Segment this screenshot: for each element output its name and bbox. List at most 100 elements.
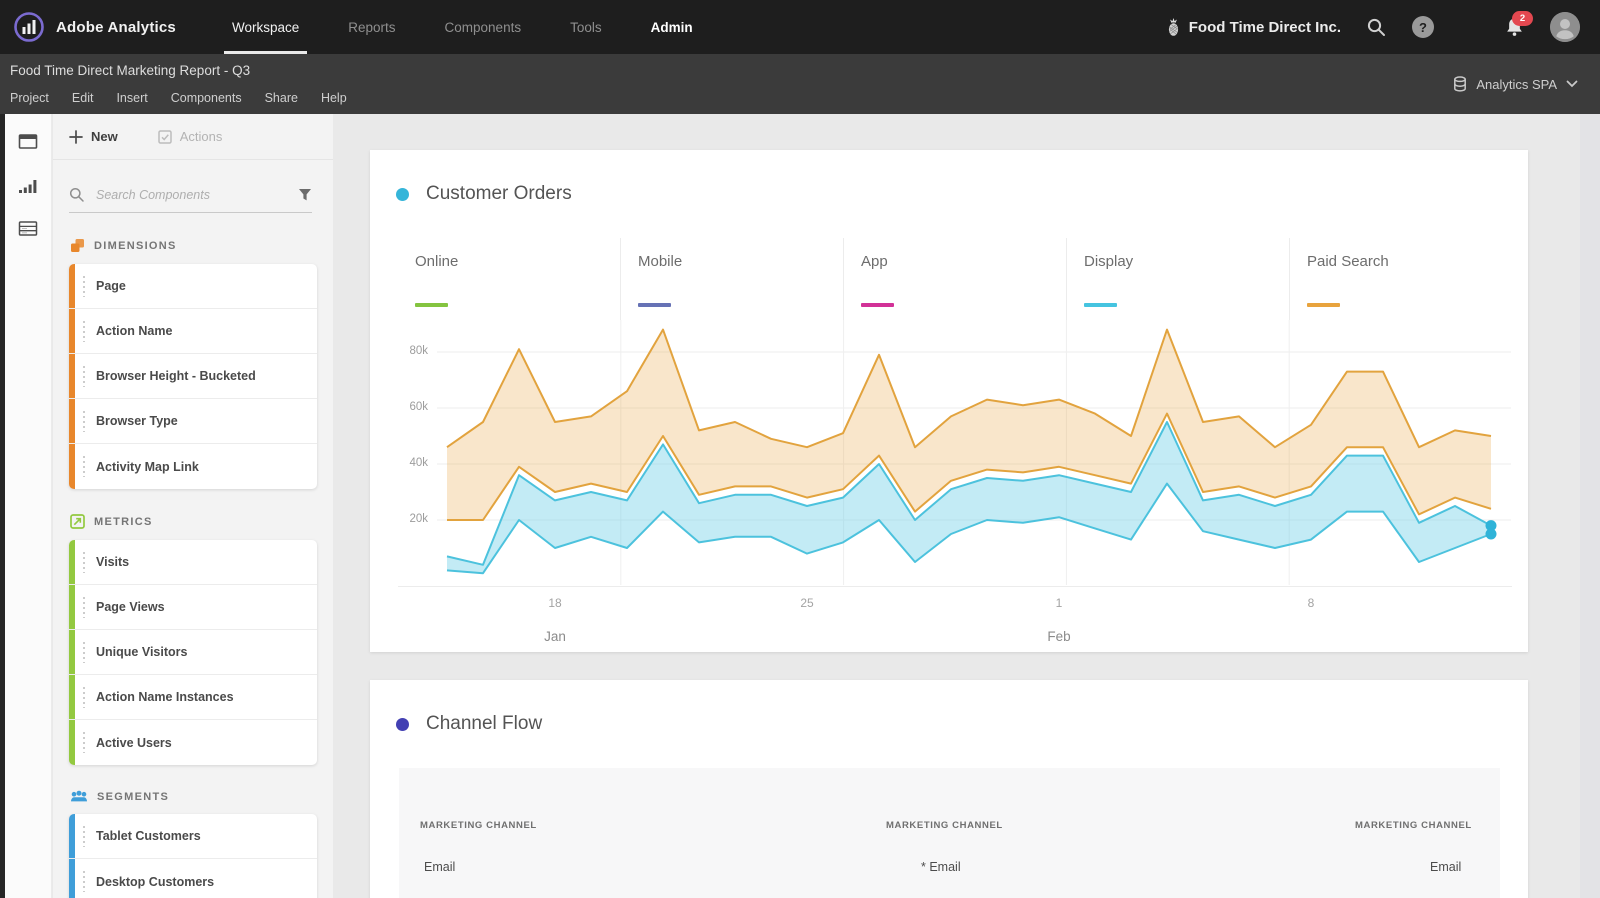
- search-components-input[interactable]: [94, 187, 289, 203]
- search-icon[interactable]: [1366, 17, 1387, 38]
- project-menu: Project Edit Insert Components Share Help: [10, 91, 347, 105]
- top-nav: Adobe Analytics Workspace Reports Componen…: [0, 0, 1600, 54]
- segments-list: Tablet Customers Desktop Customers: [69, 814, 317, 898]
- nav-item-reports[interactable]: Reports: [348, 0, 395, 54]
- metric-item-action-name-instances[interactable]: Action Name Instances: [69, 675, 317, 720]
- x-axis-month: Feb: [1047, 629, 1071, 644]
- item-label: Action Name Instances: [96, 690, 234, 704]
- adobe-analytics-screen: Adobe Analytics Workspace Reports Componen…: [0, 0, 1600, 898]
- dimension-item-action-name[interactable]: Action Name: [69, 309, 317, 354]
- item-label: Activity Map Link: [96, 459, 199, 474]
- panel-title: Customer Orders: [426, 183, 572, 204]
- project-bar: Food Time Direct Marketing Report - Q3 P…: [0, 54, 1600, 114]
- legend-cell-display[interactable]: Display: [1066, 238, 1289, 320]
- chart-legend: Online Mobile App Display Paid Search: [398, 238, 1512, 320]
- metric-item-visits[interactable]: Visits: [69, 540, 317, 585]
- report-suite-selector[interactable]: Analytics SPA: [1453, 76, 1578, 92]
- dimension-item-browser-type[interactable]: Browser Type: [69, 399, 317, 444]
- nav-item-tools[interactable]: Tools: [570, 0, 602, 54]
- item-label: Unique Visitors: [96, 645, 188, 659]
- flow-column-header: MARKETING CHANNEL: [1355, 820, 1472, 831]
- drag-handle-icon: [83, 871, 85, 892]
- plot-bottom-line: [398, 586, 1512, 587]
- menu-item-help[interactable]: Help: [321, 91, 347, 105]
- metric-item-unique-visitors[interactable]: Unique Visitors: [69, 630, 317, 675]
- menu-item-edit[interactable]: Edit: [72, 91, 94, 105]
- report-title: Food Time Direct Marketing Report - Q3: [10, 63, 251, 78]
- x-axis-tick: 18: [548, 596, 562, 610]
- legend-cell-app[interactable]: App: [843, 238, 1066, 320]
- panel-dot: [396, 187, 409, 201]
- new-button[interactable]: New: [69, 129, 118, 144]
- flow-node-email[interactable]: * Email: [921, 860, 961, 874]
- metric-item-active-users[interactable]: Active Users: [69, 720, 317, 765]
- metric-item-page-views[interactable]: Page Views: [69, 585, 317, 630]
- section-dimensions: DIMENSIONS Page Action Name Browser Height …: [69, 238, 318, 489]
- help-icon[interactable]: ?: [1412, 16, 1434, 38]
- accent-bar: [69, 354, 75, 398]
- nav-item-admin[interactable]: Admin: [651, 0, 693, 54]
- flow-column-header: MARKETING CHANNEL: [420, 820, 537, 831]
- nav-item-workspace[interactable]: Workspace: [223, 0, 308, 54]
- legend-color-bar: [861, 303, 894, 307]
- accent-bar: [69, 675, 75, 719]
- accent-bar: [69, 399, 75, 443]
- plus-icon: [69, 129, 83, 144]
- drag-handle-icon: [83, 732, 85, 753]
- menu-item-share[interactable]: Share: [265, 91, 298, 105]
- pineapple-icon: [1166, 17, 1181, 37]
- avatar[interactable]: [1550, 12, 1580, 42]
- adobe-analytics-logo-icon: [13, 11, 45, 43]
- dimension-item-browser-height-bucketed[interactable]: Browser Height - Bucketed: [69, 354, 317, 399]
- drag-handle-icon: [83, 321, 85, 342]
- data-table-icon[interactable]: [18, 220, 38, 237]
- channel-flow-body: MARKETING CHANNEL Email MARKETING CHANNEL *…: [399, 768, 1500, 898]
- menu-item-project[interactable]: Project: [10, 91, 49, 105]
- y-axis-label: 40k: [409, 457, 428, 469]
- dimension-item-activity-map-link[interactable]: Activity Map Link: [69, 444, 317, 489]
- actions-button[interactable]: Actions: [157, 129, 222, 144]
- metrics-list: Visits Page Views Unique Visitors Action Na…: [69, 540, 317, 765]
- orders-chart-svg: [437, 320, 1511, 585]
- segment-item-desktop-customers[interactable]: Desktop Customers: [69, 859, 317, 898]
- topnav-menu: Workspace Reports Components Tools Admin: [223, 0, 693, 54]
- vertical-scrollbar[interactable]: [1580, 114, 1600, 898]
- customer-orders-panel: Customer Orders Online Mobile App Display Pa…: [370, 150, 1528, 652]
- panel-icon[interactable]: [18, 132, 38, 151]
- filter-icon[interactable]: [298, 188, 312, 202]
- notifications-bell-icon[interactable]: 2: [1504, 10, 1533, 38]
- legend-cell-online[interactable]: Online: [398, 238, 620, 320]
- menu-item-components[interactable]: Components: [171, 91, 242, 105]
- drag-handle-icon: [83, 597, 85, 618]
- legend-color-bar: [415, 303, 448, 307]
- app-grid-icon[interactable]: [1459, 17, 1479, 37]
- menu-item-insert[interactable]: Insert: [116, 91, 147, 105]
- dimension-item-page[interactable]: Page: [69, 264, 317, 309]
- freeform-chart-icon[interactable]: [18, 177, 38, 194]
- company-switcher[interactable]: Food Time Direct Inc.: [1166, 17, 1341, 37]
- channel-flow-panel: Channel Flow MARKETING CHANNEL Email MARKE…: [370, 680, 1528, 898]
- legend-cell-paid-search[interactable]: Paid Search: [1289, 238, 1512, 320]
- nav-item-components[interactable]: Components: [445, 0, 522, 54]
- legend-color-bar: [1084, 303, 1117, 307]
- legend-color-bar: [1307, 303, 1340, 307]
- x-axis-tick: 1: [1055, 596, 1063, 610]
- flow-node-email[interactable]: Email: [1430, 860, 1461, 874]
- company-name: Food Time Direct Inc.: [1188, 18, 1341, 36]
- item-label: Browser Type: [96, 414, 178, 428]
- flow-node-email[interactable]: Email: [424, 860, 455, 874]
- brand[interactable]: Adobe Analytics: [0, 11, 176, 43]
- search-components-icon: [69, 187, 85, 203]
- dimensions-list: Page Action Name Browser Height - Bucketed…: [69, 264, 317, 489]
- x-axis-tick: 8: [1307, 596, 1315, 610]
- legend-cell-mobile[interactable]: Mobile: [620, 238, 843, 320]
- segment-item-tablet-customers[interactable]: Tablet Customers: [69, 814, 317, 859]
- legend-label: Online: [415, 253, 459, 270]
- section-label: METRICS: [94, 515, 153, 528]
- accent-bar: [69, 264, 75, 308]
- legend-label: Paid Search: [1307, 253, 1389, 270]
- accent-bar: [69, 720, 75, 765]
- drag-handle-icon: [83, 411, 85, 432]
- accent-bar: [69, 444, 75, 489]
- item-label: Active Users: [96, 735, 172, 750]
